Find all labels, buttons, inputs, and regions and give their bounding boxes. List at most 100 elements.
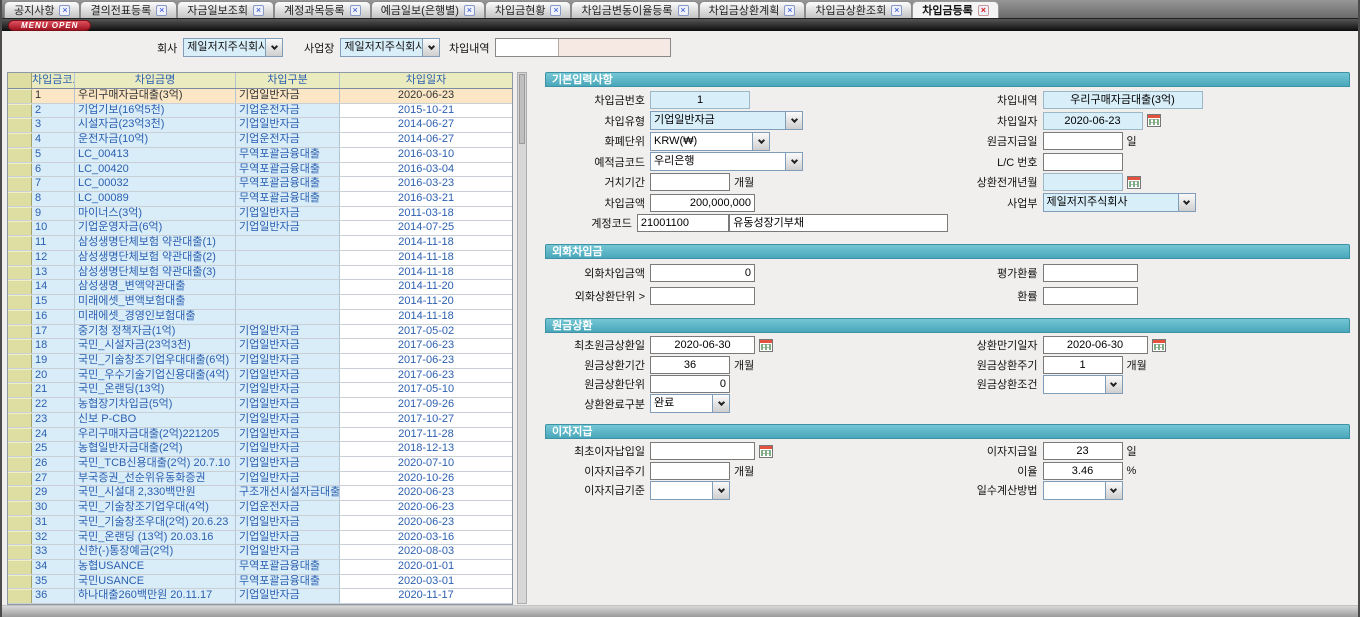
- cell-code[interactable]: 5: [32, 148, 75, 162]
- cell-name[interactable]: 부국증권_선순위유동화증권: [75, 472, 236, 486]
- cell-name[interactable]: 국민_온랜딩(13억): [75, 383, 236, 397]
- tab-close-icon[interactable]: ×: [156, 5, 167, 16]
- cell-code[interactable]: 35: [32, 575, 75, 589]
- tab-item[interactable]: 자금일보조회×: [177, 1, 274, 18]
- cell-type[interactable]: 무역포괄금융대출: [236, 148, 340, 162]
- row-selector-cell[interactable]: [8, 280, 32, 294]
- table-row[interactable]: 14삼성생명_변액약관대출2014-11-20: [8, 280, 512, 295]
- table-row[interactable]: 30국민_기술창조기업우대(4억)기업운전자금2020-06-23: [8, 501, 512, 516]
- cell-name[interactable]: 기업기보(16억5천): [75, 104, 236, 118]
- cell-type[interactable]: [236, 266, 340, 280]
- chevron-down-icon[interactable]: [712, 395, 729, 412]
- table-row[interactable]: 3시설자금(23억3천)기업일반자금2014-06-27: [8, 118, 512, 133]
- table-row[interactable]: 32국민_온랜딩 (13억) 20.03.16기업일반자금2020-03-16: [8, 531, 512, 546]
- cell-date[interactable]: 2017-11-28: [340, 428, 512, 442]
- table-row[interactable]: 10기업운영자금(6억)기업일반자금2014-07-25: [8, 221, 512, 236]
- deposit-code-select[interactable]: 우리은행: [650, 152, 803, 171]
- table-row[interactable]: 13삼성생명단체보험 약관대출(3)2014-11-18: [8, 266, 512, 281]
- tab-item[interactable]: 차입금변동이율등록×: [571, 1, 698, 18]
- cell-name[interactable]: 삼성생명_변액약관대출: [75, 280, 236, 294]
- cell-code[interactable]: 32: [32, 531, 75, 545]
- chevron-down-icon[interactable]: [1105, 482, 1122, 499]
- cell-code[interactable]: 22: [32, 398, 75, 412]
- tab-close-icon[interactable]: ×: [550, 5, 561, 16]
- calendar-icon[interactable]: [759, 445, 773, 458]
- repay-complete-type-select[interactable]: 완료: [650, 394, 730, 413]
- cell-type[interactable]: [236, 236, 340, 250]
- cell-type[interactable]: 무역포괄금융대출: [236, 560, 340, 574]
- table-row[interactable]: 16미래에셋_경영인보험대출2014-11-18: [8, 310, 512, 325]
- cell-date[interactable]: 2014-11-18: [340, 266, 512, 280]
- cell-type[interactable]: 기업일반자금: [236, 531, 340, 545]
- loan-desc-code-input[interactable]: [496, 39, 558, 56]
- cell-code[interactable]: 11: [32, 236, 75, 250]
- cell-date[interactable]: 2017-10-27: [340, 413, 512, 427]
- fx-loan-amount-input[interactable]: 0: [650, 264, 755, 282]
- cell-type[interactable]: 기업일반자금: [236, 545, 340, 559]
- cell-name[interactable]: 운전자금(10억): [75, 133, 236, 147]
- cell-name[interactable]: 국민USANCE: [75, 575, 236, 589]
- row-selector-cell[interactable]: [8, 560, 32, 574]
- principal-repay-period-input[interactable]: 36: [650, 356, 730, 374]
- cell-type[interactable]: 기업일반자금: [236, 383, 340, 397]
- lc-number-input[interactable]: [1043, 153, 1123, 171]
- cell-code[interactable]: 25: [32, 442, 75, 456]
- chevron-down-icon[interactable]: [1105, 376, 1122, 393]
- cell-type[interactable]: 기업일반자금: [236, 325, 340, 339]
- cell-type[interactable]: 기업일반자금: [236, 221, 340, 235]
- chevron-down-icon[interactable]: [265, 39, 282, 56]
- table-row[interactable]: 17중기청 정책자금(1억)기업일반자금2017-05-02: [8, 325, 512, 340]
- cell-name[interactable]: 미래에셋_경영인보험대출: [75, 310, 236, 324]
- cell-code[interactable]: 18: [32, 339, 75, 353]
- cell-name[interactable]: 시설자금(23억3천): [75, 118, 236, 132]
- grace-period-input[interactable]: [650, 173, 730, 191]
- row-selector-cell[interactable]: [8, 89, 32, 103]
- row-selector-cell[interactable]: [8, 266, 32, 280]
- table-row[interactable]: 24우리구매자금대출(2억)221205기업일반자금2017-11-28: [8, 428, 512, 443]
- cell-type[interactable]: 기업운전자금: [236, 104, 340, 118]
- cell-date[interactable]: 2020-03-01: [340, 575, 512, 589]
- cell-type[interactable]: 구조개선시설자금대출: [236, 486, 340, 500]
- chevron-down-icon[interactable]: [752, 133, 769, 150]
- tab-item[interactable]: 차입금상환계획×: [699, 1, 806, 18]
- tab-item[interactable]: 차입금현황×: [485, 1, 572, 18]
- loan-date-field[interactable]: 2020-06-23: [1043, 112, 1143, 130]
- row-selector-cell[interactable]: [8, 575, 32, 589]
- cell-date[interactable]: 2020-01-01: [340, 560, 512, 574]
- account-code-desc-input[interactable]: 유동성장기부채: [729, 214, 947, 232]
- row-selector-cell[interactable]: [8, 163, 32, 177]
- cell-name[interactable]: 삼성생명단체보험 약관대출(3): [75, 266, 236, 280]
- cell-name[interactable]: 국민_온랜딩 (13억) 20.03.16: [75, 531, 236, 545]
- row-selector-cell[interactable]: [8, 545, 32, 559]
- row-selector-cell[interactable]: [8, 192, 32, 206]
- exchange-rate-input[interactable]: [1043, 287, 1138, 305]
- interest-rate-input[interactable]: 3.46: [1043, 462, 1123, 480]
- cell-date[interactable]: 2017-06-23: [340, 354, 512, 368]
- calendar-icon[interactable]: [1127, 176, 1141, 189]
- cell-name[interactable]: 농협장기차입금(5억): [75, 398, 236, 412]
- tab-close-icon[interactable]: ×: [350, 5, 361, 16]
- cell-type[interactable]: 기업운전자금: [236, 501, 340, 515]
- first-principal-repay-date-input[interactable]: 2020-06-30: [650, 336, 755, 354]
- table-row[interactable]: 20국민_우수기술기업신용대출(4억)기업일반자금2017-06-23: [8, 369, 512, 384]
- cell-code[interactable]: 10: [32, 221, 75, 235]
- cell-name[interactable]: 삼성생명단체보험 약관대출(2): [75, 251, 236, 265]
- loan-desc-field[interactable]: 우리구매자금대출(3억): [1043, 91, 1203, 109]
- table-row[interactable]: 29국민_시설대 2,330백만원구조개선시설자금대출2020-06-23: [8, 486, 512, 501]
- table-row[interactable]: 11삼성생명단체보험 약관대출(1)2014-11-18: [8, 236, 512, 251]
- company-select[interactable]: 제일저지주식회사: [183, 38, 283, 57]
- scrollbar-thumb[interactable]: [519, 74, 525, 144]
- tab-item[interactable]: 공지사항×: [4, 1, 80, 18]
- cell-date[interactable]: 2015-10-21: [340, 104, 512, 118]
- principal-repay-unit-input[interactable]: 0: [650, 375, 730, 393]
- cell-date[interactable]: 2020-06-23: [340, 486, 512, 500]
- cell-name[interactable]: 우리구매자금대출(3억): [75, 89, 236, 103]
- cell-date[interactable]: 2020-08-03: [340, 545, 512, 559]
- row-selector-cell[interactable]: [8, 104, 32, 118]
- table-row[interactable]: 6LC_00420무역포괄금융대출2016-03-04: [8, 163, 512, 178]
- cell-type[interactable]: 기업일반자금: [236, 472, 340, 486]
- row-selector-cell[interactable]: [8, 472, 32, 486]
- interest-pay-day-input[interactable]: 23: [1043, 442, 1123, 460]
- cell-date[interactable]: 2020-06-23: [340, 89, 512, 103]
- cell-name[interactable]: 국민_TCB신용대출(2억) 20.7.10: [75, 457, 236, 471]
